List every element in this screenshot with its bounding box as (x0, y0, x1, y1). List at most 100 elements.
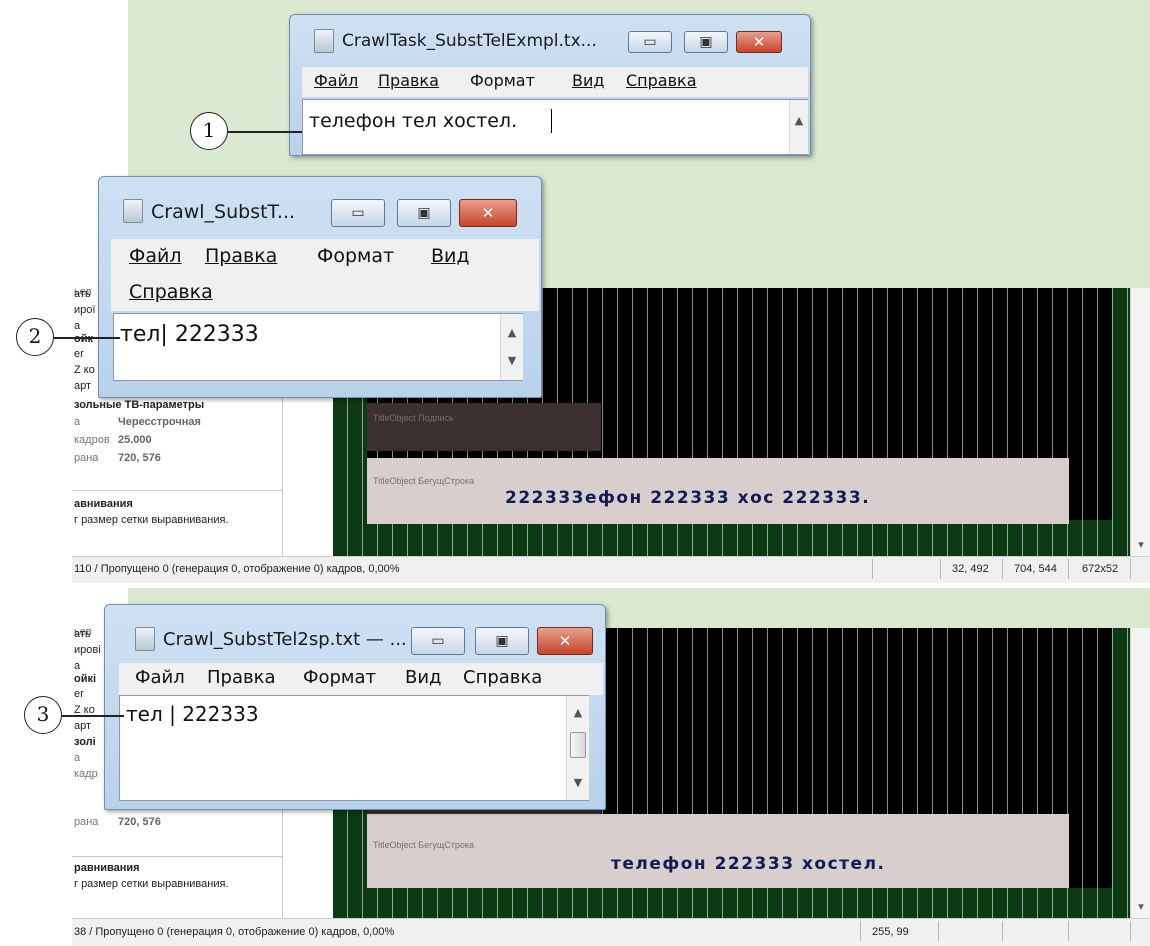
help-title: равнивания (74, 862, 140, 874)
status-divider (1130, 559, 1131, 579)
scroll-up-arrow-icon[interactable]: ▲ (567, 706, 589, 719)
scroll-up-arrow-icon[interactable]: ▲ (790, 114, 808, 127)
scroll-thumb[interactable] (570, 732, 586, 758)
close-button[interactable]: ✕ (459, 199, 517, 227)
status-divider (940, 559, 941, 579)
scroll-down-arrow-icon[interactable]: ▾ (1131, 538, 1150, 551)
editor-text: тел | 222333 (126, 702, 259, 726)
property-value[interactable]: Чересстрочная (118, 416, 201, 428)
menu-format[interactable]: Формат (470, 71, 535, 90)
panel-fragment: ойк (74, 333, 93, 345)
panel-fragment: ирої (74, 304, 96, 316)
notepad-window-1: CrawlTask_SubstTelExmpl.tx... ▭ ▣ ✕ Файл… (289, 14, 811, 156)
menu-file[interactable]: Файл (129, 245, 182, 267)
panel-fragment: ирові (74, 644, 101, 656)
window-title: Crawl_SubstT... (151, 201, 296, 223)
vertical-scrollbar[interactable]: ▲ ▼ (566, 696, 589, 800)
scroll-down-arrow-icon[interactable]: ▼ (567, 776, 589, 789)
status-divider (938, 921, 939, 941)
crawl-text: 222333ефон 222333 хос 222333. (505, 488, 871, 508)
scroll-down-arrow-icon[interactable]: ▾ (1131, 900, 1150, 913)
menu-edit[interactable]: Правка (205, 245, 277, 267)
property-label: а (74, 416, 81, 428)
maximize-icon: ▣ (417, 205, 431, 221)
panel-fragment: ать (74, 628, 91, 640)
caption-object-label: TitleObject Подпись (373, 413, 454, 423)
minimize-button[interactable]: ▭ (411, 627, 465, 655)
notepad-icon (135, 627, 155, 651)
crawl-object[interactable]: TitleObject БегущСтрока телефон 222333 х… (367, 814, 1069, 888)
notepad-icon (123, 199, 143, 223)
notepad-icon (314, 29, 334, 53)
property-value[interactable]: 720, 576 (118, 452, 161, 464)
editor-text: тел| 222333 (120, 322, 259, 347)
panel-fragment: Z ко (74, 364, 95, 376)
callout-2: 2 (16, 318, 54, 356)
status-coords: 255, 99 (872, 926, 909, 938)
crawl-object-label: TitleObject БегущСтрока (373, 476, 475, 486)
maximize-button[interactable]: ▣ (397, 199, 451, 227)
menu-bar: Файл Правка Формат Вид Справка (302, 67, 808, 97)
canvas-vertical-scrollbar[interactable]: ▾ (1130, 628, 1150, 918)
help-divider (72, 856, 282, 857)
minimize-button[interactable]: ▭ (331, 199, 385, 227)
help-text: г размер сетки выравнивания. (74, 878, 229, 890)
callout-1-leader (228, 131, 302, 133)
panel-fragment: а (74, 320, 81, 332)
maximize-button[interactable]: ▣ (684, 31, 728, 53)
menu-format[interactable]: Формат (317, 245, 394, 267)
text-editor[interactable]: тел| 222333 ▲ ▼ (113, 313, 523, 381)
window-title: CrawlTask_SubstTelExmpl.tx... (342, 31, 597, 51)
panel-fragment: er (74, 348, 84, 360)
callout-2-leader (54, 337, 120, 339)
property-value[interactable]: 25.000 (118, 434, 152, 446)
crawl-object[interactable]: TitleObject БегущСтрока 222333ефон 22233… (367, 458, 1069, 524)
canvas-vertical-scrollbar[interactable]: ▾ (1130, 288, 1150, 556)
text-editor[interactable]: тел | 222333 ▲ ▼ (119, 695, 589, 801)
menu-help[interactable]: Справка (129, 281, 213, 303)
status-divider (1002, 559, 1003, 579)
menu-view[interactable]: Вид (405, 667, 442, 688)
crawl-object-label: TitleObject БегущСтрока (373, 840, 475, 850)
maximize-icon: ▣ (495, 633, 509, 649)
menu-view[interactable]: Вид (572, 71, 604, 90)
maximize-button[interactable]: ▣ (475, 627, 529, 655)
caption-object[interactable]: TitleObject Подпись (367, 403, 601, 451)
close-button[interactable]: ✕ (537, 627, 593, 655)
scroll-up-arrow-icon[interactable]: ▲ (501, 326, 523, 339)
minimize-icon: ▭ (643, 34, 657, 50)
menu-view[interactable]: Вид (431, 245, 470, 267)
help-divider (72, 490, 282, 491)
panel-fragment: кадр (74, 768, 98, 780)
status-text: 38 / Пропущено 0 (генерация 0, отображен… (74, 926, 395, 938)
vertical-scrollbar[interactable]: ▲ ▼ (500, 314, 523, 380)
property-value[interactable]: 720, 576 (118, 816, 161, 828)
menu-bar: Файл Правка Формат Вид Справка (111, 239, 539, 311)
maximize-icon: ▣ (699, 34, 713, 50)
status-coords: 32, 492 (952, 563, 989, 575)
minimize-icon: ▭ (351, 205, 365, 221)
menu-format[interactable]: Формат (303, 667, 376, 688)
close-icon: ✕ (752, 33, 766, 51)
editor-text: телефон тел хостел. (309, 110, 518, 132)
property-label: рана (74, 816, 99, 828)
menu-edit[interactable]: Правка (378, 71, 439, 90)
menu-file[interactable]: Файл (135, 667, 185, 688)
panel-fragment: а (74, 752, 81, 764)
callout-1: 1 (190, 112, 228, 150)
scroll-down-arrow-icon[interactable]: ▼ (501, 354, 523, 367)
status-bar: 38 / Пропущено 0 (генерация 0, отображен… (72, 918, 1150, 946)
menu-edit[interactable]: Правка (207, 667, 276, 688)
menu-help[interactable]: Справка (463, 667, 542, 688)
notepad-window-3: Crawl_SubstTel2sp.txt — ... ▭ ▣ ✕ Файл П… (104, 604, 606, 810)
panel-fragment: ать (74, 288, 91, 300)
section-title: зольные ТВ-параметры (74, 399, 205, 411)
minimize-button[interactable]: ▭ (628, 31, 672, 53)
close-button[interactable]: ✕ (736, 31, 782, 53)
close-icon: ✕ (558, 632, 572, 650)
text-editor[interactable]: телефон тел хостел. ▲ (302, 99, 808, 155)
menu-file[interactable]: Файл (314, 71, 358, 90)
vertical-scrollbar[interactable]: ▲ (789, 100, 808, 154)
callout-3: 3 (24, 696, 62, 734)
menu-help[interactable]: Справка (626, 71, 697, 90)
